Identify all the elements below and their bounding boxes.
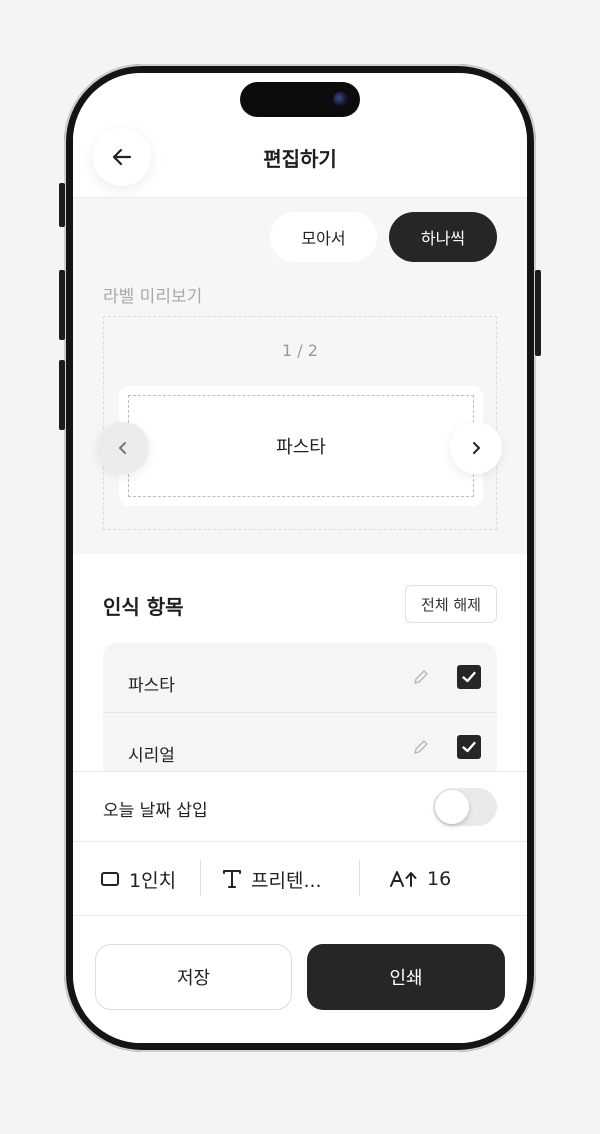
camera-lens (333, 92, 348, 107)
mode-single-button[interactable]: 하나씩 (389, 212, 497, 262)
chevron-right-icon (473, 442, 480, 454)
print-button[interactable]: 인쇄 (307, 944, 505, 1010)
list-item: 파스타 (103, 643, 497, 713)
divider (359, 860, 360, 896)
item-checkbox[interactable] (457, 735, 481, 759)
font-name-value: 프리텐... (251, 869, 322, 892)
item-checkbox[interactable] (457, 665, 481, 689)
recognized-items-title: 인식 항목 (103, 595, 184, 619)
phone-screen: 편집하기 모아서 하나씩 라벨 미리보기 1 / 2 파스타 인식 항목 전체 … (73, 73, 527, 1043)
font-size-icon (390, 871, 417, 887)
date-insert-toggle[interactable] (433, 788, 497, 826)
deselect-all-button[interactable]: 전체 해제 (405, 585, 497, 623)
date-insert-label: 오늘 날짜 삽입 (103, 801, 208, 821)
previous-label-button[interactable] (97, 422, 149, 474)
save-button[interactable]: 저장 (95, 944, 292, 1010)
date-insert-row: 오늘 날짜 삽입 (73, 772, 527, 842)
font-size-value: 16 (427, 868, 452, 890)
label-size-value: 1인치 (129, 869, 177, 892)
mode-gather-button[interactable]: 모아서 (270, 212, 377, 262)
pencil-icon[interactable] (411, 737, 431, 757)
label-card: 파스타 (119, 386, 483, 506)
phone-power-button (535, 270, 541, 356)
checkmark-icon (462, 741, 476, 753)
label-preview-text: 파스타 (128, 395, 474, 497)
page-title: 편집하기 (263, 147, 337, 171)
font-type-icon (223, 870, 241, 888)
divider (200, 860, 201, 896)
page-counter: 1 / 2 (282, 341, 318, 360)
next-label-button[interactable] (450, 422, 502, 474)
label-size-icon (101, 872, 119, 886)
label-size-setting[interactable]: 1인치 (99, 842, 176, 916)
preview-container: 1 / 2 파스타 (103, 316, 497, 530)
toggle-knob (435, 790, 469, 824)
checkmark-icon (462, 671, 476, 683)
item-label: 파스타 (128, 676, 175, 696)
label-settings-row: 1인치 프리텐... 16 (73, 842, 527, 916)
dynamic-island (240, 82, 360, 117)
print-mode-toggle: 모아서 하나씩 (270, 212, 497, 262)
pencil-icon[interactable] (411, 667, 431, 687)
bottom-settings-panel: 오늘 날짜 삽입 1인치 프리텐... 16 저장 인쇄 (73, 771, 527, 1043)
preview-section-label: 라벨 미리보기 (103, 287, 203, 307)
phone-volume-down-button (59, 360, 65, 430)
item-label: 시리얼 (128, 746, 175, 766)
phone-action-button (59, 183, 65, 227)
chevron-left-icon (119, 442, 126, 454)
font-size-setting[interactable]: 16 (389, 842, 451, 916)
phone-volume-up-button (59, 270, 65, 340)
font-setting[interactable]: 프리텐... (221, 842, 322, 916)
recognized-item-list: 파스타 시리얼 (103, 643, 497, 783)
label-preview-area: 모아서 하나씩 라벨 미리보기 1 / 2 파스타 (73, 198, 527, 554)
